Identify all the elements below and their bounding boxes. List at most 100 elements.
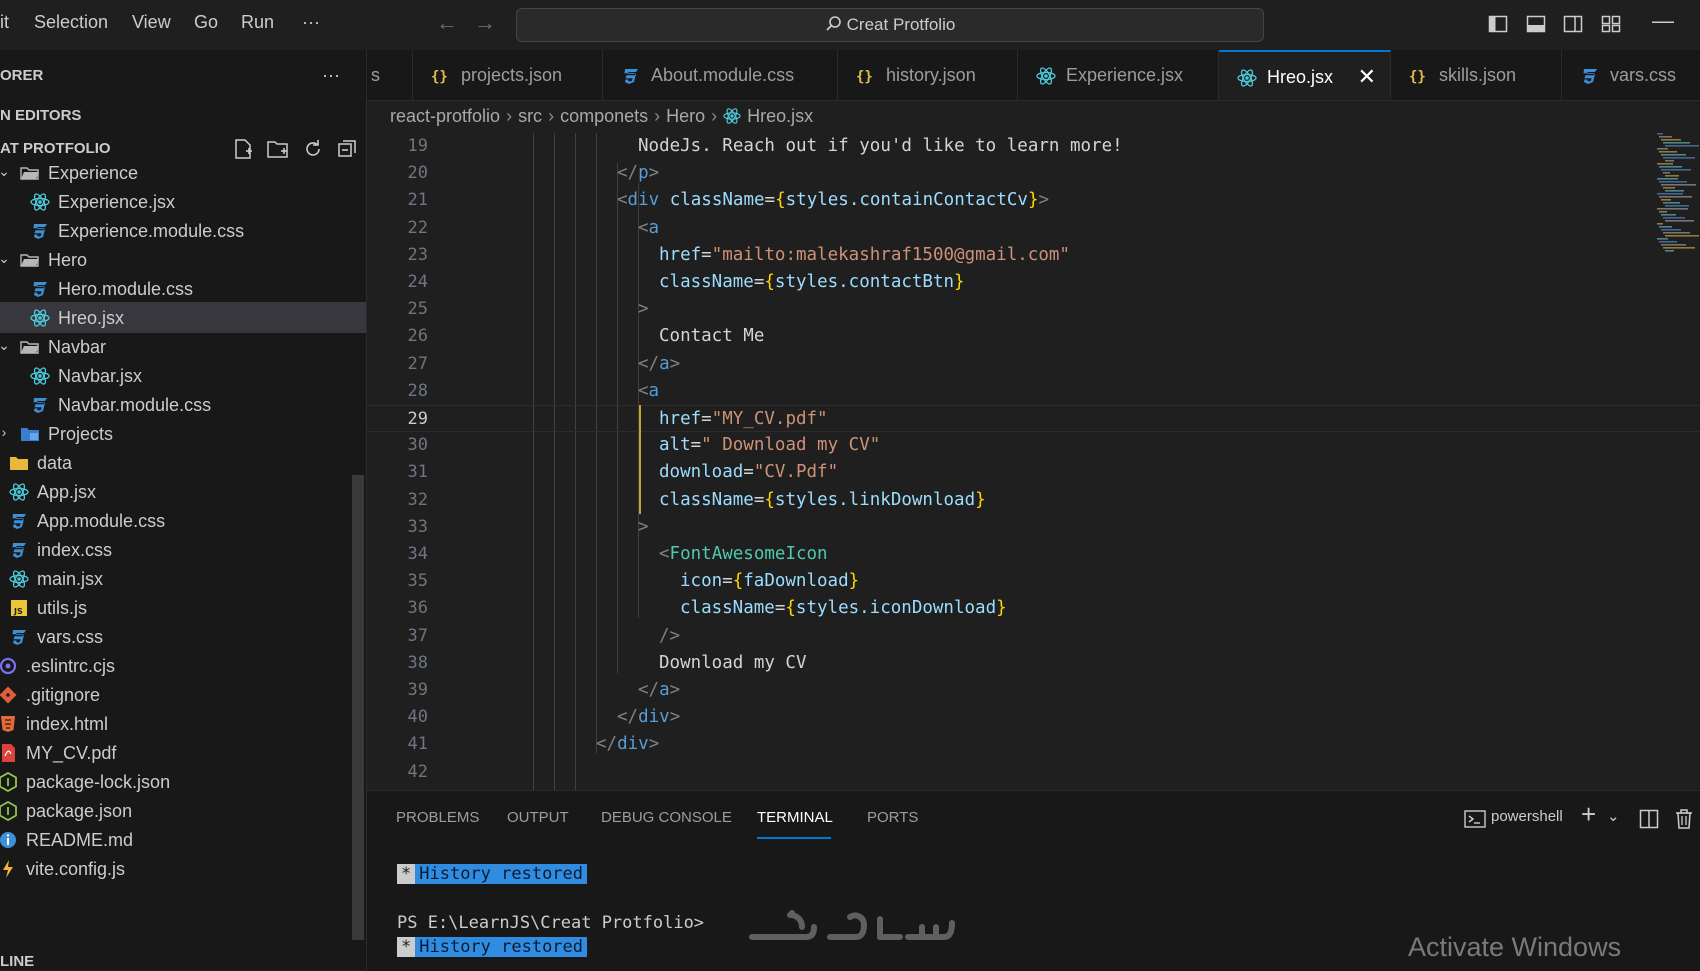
panel-tab[interactable]: OUTPUT <box>507 809 569 826</box>
editor-tab[interactable]: {} history.json <box>838 50 1018 100</box>
tree-item[interactable]: main.jsx <box>0 563 366 594</box>
tree-item[interactable]: Navbar.jsx <box>0 360 366 391</box>
terminal-shell-label[interactable]: powershell <box>1491 808 1563 825</box>
code-line[interactable]: 34 <FontAwesomeIcon <box>367 541 1700 568</box>
explorer-more-button[interactable]: ··· <box>322 65 340 86</box>
tree-item[interactable]: package.json <box>0 795 366 826</box>
customize-layout-icon[interactable] <box>1601 14 1621 34</box>
tree-item[interactable]: App.jsx <box>0 476 366 507</box>
menu-run[interactable]: Run <box>241 12 274 33</box>
menu-go[interactable]: Go <box>194 12 218 33</box>
tree-item[interactable]: ⌄ Hero <box>0 244 366 275</box>
code-line[interactable]: 29 href="MY_CV.pdf" <box>367 405 1700 432</box>
tree-item[interactable]: index.html <box>0 708 366 739</box>
project-header[interactable]: AT PROTFOLIO <box>0 140 111 157</box>
breadcrumb-item[interactable]: src <box>518 106 542 126</box>
line-number: 37 <box>407 625 428 646</box>
code-line[interactable]: 21 <div className={styles.containContactC… <box>367 187 1700 214</box>
toggle-panel-icon[interactable] <box>1526 14 1546 34</box>
breadcrumb-item[interactable]: Hero <box>666 106 705 126</box>
code-line[interactable]: 28 <a <box>367 378 1700 405</box>
code-line[interactable]: 33 > <box>367 514 1700 541</box>
tree-item[interactable]: vars.css <box>0 621 366 652</box>
code-line[interactable]: 32 className={styles.linkDownload} <box>367 487 1700 514</box>
breadcrumb-item[interactable]: react-protfolio <box>390 106 500 126</box>
tree-item[interactable]: App.module.css <box>0 505 366 536</box>
code-line[interactable]: 23 href="mailto:malekashraf1500@gmail.com… <box>367 242 1700 269</box>
menu-more[interactable]: ··· <box>302 12 320 33</box>
chevron-down-icon[interactable]: ⌄ <box>0 337 11 354</box>
tree-item[interactable]: › Projects <box>0 418 366 449</box>
tree-item[interactable]: vite.config.js <box>0 853 366 884</box>
panel-tab[interactable]: DEBUG CONSOLE <box>601 809 732 826</box>
tree-item[interactable]: Experience.module.css <box>0 215 366 246</box>
code-line[interactable]: 26 Contact Me <box>367 323 1700 350</box>
menu-selection[interactable]: Selection <box>34 12 108 33</box>
code-line[interactable]: 38 Download my CV <box>367 650 1700 677</box>
code-line[interactable]: 41 </div> <box>367 731 1700 758</box>
code-editor[interactable]: 19 NodeJs. Reach out if you'd like to lea… <box>367 133 1700 790</box>
code-line[interactable]: 24 className={styles.contactBtn} <box>367 269 1700 296</box>
tree-item[interactable]: .eslintrc.cjs <box>0 650 366 681</box>
code-line[interactable]: 39 </a> <box>367 677 1700 704</box>
split-terminal-icon[interactable] <box>1639 809 1659 829</box>
editor-tab[interactable]: s <box>367 50 413 100</box>
tree-item[interactable]: README.md <box>0 824 366 855</box>
toggle-secondary-sidebar-icon[interactable] <box>1563 14 1583 34</box>
code-line[interactable]: 35 icon={faDownload} <box>367 568 1700 595</box>
editor-tab[interactable]: vars.css <box>1562 50 1700 100</box>
sidebar-scrollbar[interactable] <box>352 475 364 940</box>
editor-tab[interactable]: Experience.jsx <box>1018 50 1219 100</box>
toggle-primary-sidebar-icon[interactable] <box>1488 14 1508 34</box>
code-line[interactable]: 31 download="CV.Pdf" <box>367 459 1700 486</box>
chevron-down-icon[interactable]: ⌄ <box>0 250 11 267</box>
tree-item[interactable]: .gitignore <box>0 679 366 710</box>
code-line[interactable]: 42 <box>367 759 1700 786</box>
tree-item[interactable]: ⌄ Experience <box>0 157 366 188</box>
trash-icon[interactable] <box>1674 808 1694 830</box>
tree-item[interactable]: JS utils.js <box>0 592 366 623</box>
tree-item[interactable]: package-lock.json <box>0 766 366 797</box>
minimap[interactable] <box>1655 133 1699 263</box>
chevron-right-icon[interactable]: › <box>0 424 11 440</box>
panel-tab[interactable]: PROBLEMS <box>396 809 479 826</box>
code-line[interactable]: 25 > <box>367 296 1700 323</box>
panel-tab[interactable]: PORTS <box>867 809 918 826</box>
menu-view[interactable]: View <box>132 12 171 33</box>
tree-item[interactable]: MY_CV.pdf <box>0 737 366 768</box>
editor-tab[interactable]: About.module.css <box>603 50 838 100</box>
code-line[interactable]: 20 </p> <box>367 160 1700 187</box>
breadcrumb-item[interactable]: Hreo.jsx <box>747 106 813 126</box>
terminal-prompt[interactable]: PS E:\LearnJS\Creat Protfolio> <box>397 913 704 933</box>
code-line[interactable]: 19 NodeJs. Reach out if you'd like to lea… <box>367 133 1700 160</box>
chevron-down-icon[interactable]: ⌄ <box>0 163 11 180</box>
tree-item[interactable]: Navbar.module.css <box>0 389 366 420</box>
tree-item[interactable]: Experience.jsx <box>0 186 366 217</box>
editor-tab[interactable]: {} projects.json <box>413 50 603 100</box>
panel-tab[interactable]: TERMINAL <box>757 809 833 826</box>
breadcrumb-item[interactable]: componets <box>560 106 648 126</box>
back-arrow-icon[interactable]: ← <box>436 10 458 36</box>
code-line[interactable]: 37 /> <box>367 623 1700 650</box>
tree-item[interactable]: index.css <box>0 534 366 565</box>
tree-item[interactable]: Hreo.jsx <box>0 302 366 333</box>
code-line[interactable]: 22 <a <box>367 215 1700 242</box>
menu-edit[interactable]: it <box>0 12 9 33</box>
tree-item[interactable]: ⌄ Navbar <box>0 331 366 362</box>
editor-tab[interactable]: Hreo.jsx ✕ <box>1219 50 1391 100</box>
forward-arrow-icon[interactable]: → <box>474 10 496 36</box>
open-editors-header[interactable]: N EDITORS <box>0 107 81 124</box>
code-line[interactable]: 27 </a> <box>367 351 1700 378</box>
command-center-search[interactable]: Creat Protfolio <box>516 8 1264 42</box>
close-tab-icon[interactable]: ✕ <box>1358 64 1376 90</box>
new-terminal-plus-icon[interactable]: + <box>1581 799 1596 830</box>
editor-tab[interactable]: {} skills.json <box>1391 50 1562 100</box>
code-line[interactable]: 40 </div> <box>367 704 1700 731</box>
code-line[interactable]: 30 alt=" Download my CV" <box>367 432 1700 459</box>
minimize-window-icon[interactable]: — <box>1652 8 1674 34</box>
terminal-dropdown-chevron-icon[interactable]: ⌄ <box>1607 807 1620 825</box>
tree-item[interactable]: Hero.module.css <box>0 273 366 304</box>
code-line[interactable]: 36 className={styles.iconDownload} <box>367 595 1700 622</box>
outline-header[interactable]: LINE <box>0 953 34 970</box>
tree-item[interactable]: data <box>0 447 366 478</box>
